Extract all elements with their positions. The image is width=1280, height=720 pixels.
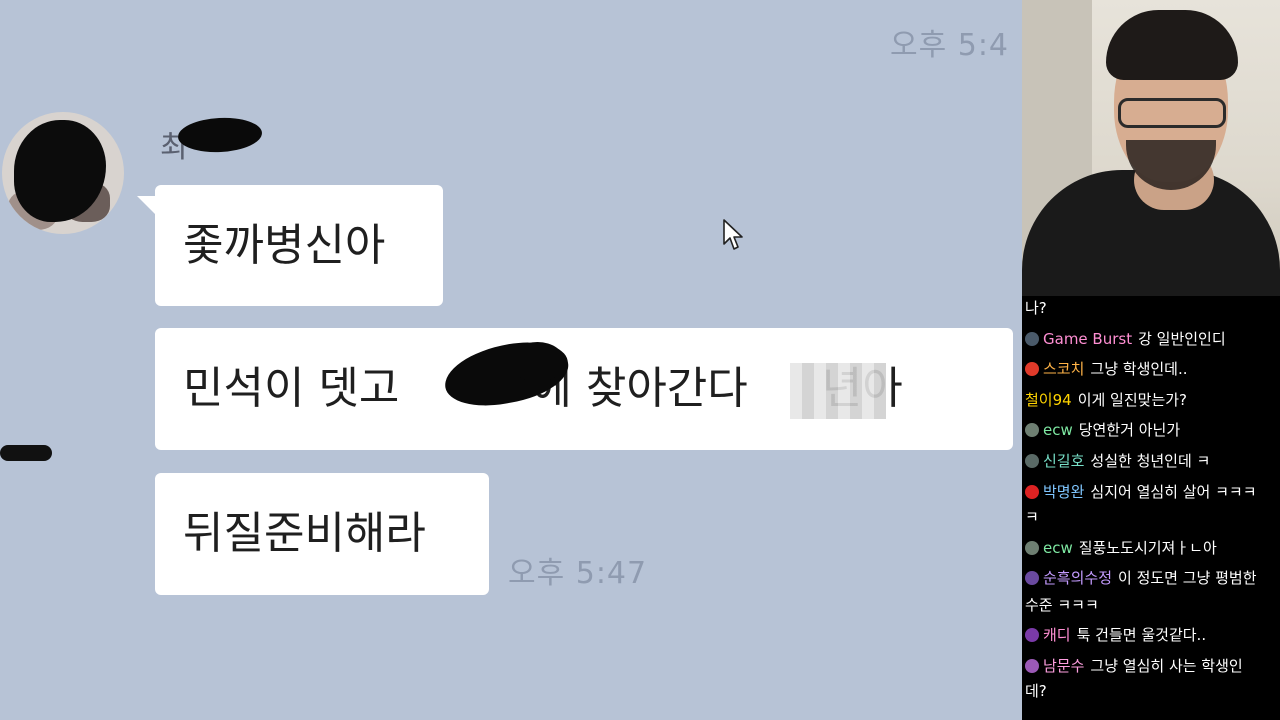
live-chat-panel: 나? Game Burst 강 일반인인디스코치 그냥 학생인데.. 철이94 이게 일진… <box>1022 296 1280 720</box>
chat-text-wrap: 수준 ㅋㅋㅋ <box>1025 596 1099 614</box>
chat-screenshot: 오후 5:4 최 좇까병신아 민석이 뎃고 에 찾아간다 년아 뒤질준비해라 오… <box>0 0 1022 720</box>
chat-text: 툭 건들면 울것같다.. <box>1076 626 1207 644</box>
user-icon <box>1025 332 1039 346</box>
chat-message: ecw 질풍노도시기져ㅏㄴ아 <box>1025 536 1217 560</box>
avatar <box>2 112 124 234</box>
user-icon <box>1025 659 1039 673</box>
chat-message: 박명완 심지어 열심히 살어 ㅋㅋㅋ <box>1025 480 1257 504</box>
chat-username[interactable]: 순흑의수정 <box>1043 569 1112 587</box>
chat-username[interactable]: Game Burst <box>1043 330 1132 348</box>
chat-message: 스코치 그냥 학생인데.. <box>1025 357 1188 381</box>
chat-username[interactable]: ecw <box>1043 421 1073 439</box>
chat-username[interactable]: 스코치 <box>1043 360 1084 378</box>
user-icon <box>1025 454 1039 468</box>
redaction-bar <box>0 445 52 461</box>
chat-text: 당연한거 아닌가 <box>1078 421 1181 439</box>
chat-username[interactable]: 신길호 <box>1043 452 1084 470</box>
chat-message: 철이94 이게 일진맞는가? <box>1025 388 1187 412</box>
pixel-blur <box>790 363 886 419</box>
user-icon <box>1025 423 1039 437</box>
chat-text: 강 일반인인디 <box>1138 330 1226 348</box>
message-bubble-1: 좇까병신아 <box>155 185 443 306</box>
chat-text: 그냥 열심히 사는 학생인 <box>1090 657 1243 675</box>
chat-message: 캐디 툭 건들면 울것같다.. <box>1025 623 1206 647</box>
chat-text: 질풍노도시기져ㅏㄴ아 <box>1078 539 1217 557</box>
webcam-feed <box>1022 0 1280 296</box>
chat-username[interactable]: 철이94 <box>1025 391 1072 409</box>
user-icon <box>1025 571 1039 585</box>
badge-icon <box>1025 485 1039 499</box>
message-text-1: 좇까병신아 <box>183 219 386 271</box>
chat-text: 이 정도면 그냥 평범한 <box>1118 569 1257 587</box>
chat-text: 그냥 학생인데.. <box>1090 360 1188 378</box>
chat-message: 나? <box>1025 296 1047 320</box>
timestamp-bottom: 오후 5:47 <box>508 556 648 591</box>
chat-username[interactable]: 박명완 <box>1043 483 1084 501</box>
message-bubble-3: 뒤질준비해라 <box>155 473 489 595</box>
chat-username[interactable]: 캐디 <box>1043 626 1071 644</box>
badge-icon <box>1025 362 1039 376</box>
chat-text: 성실한 청년인데 ㅋ <box>1090 452 1211 470</box>
chat-message: 순흑의수정 이 정도면 그냥 평범한 <box>1025 566 1257 590</box>
user-icon <box>1025 628 1039 642</box>
chat-message: 신길호 성실한 청년인데 ㅋ <box>1025 449 1210 473</box>
chat-username[interactable]: 남문수 <box>1043 657 1084 675</box>
chat-text: 이게 일진맞는가? <box>1077 391 1188 409</box>
chat-username[interactable]: ecw <box>1043 539 1073 557</box>
chat-text-wrap: 데? <box>1025 682 1047 700</box>
redaction-scribble <box>177 115 263 155</box>
mouse-cursor-icon <box>723 219 743 250</box>
chat-text-wrap: ㅋ <box>1025 508 1039 526</box>
redaction-scribble <box>510 342 565 382</box>
chat-text: 심지어 열심히 살어 ㅋㅋㅋ <box>1090 483 1257 501</box>
chat-text: 나? <box>1025 299 1047 317</box>
chat-message: Game Burst 강 일반인인디 <box>1025 327 1226 351</box>
timestamp-top: 오후 5:4 <box>890 28 1010 63</box>
user-icon <box>1025 541 1039 555</box>
chat-message: 남문수 그냥 열심히 사는 학생인 <box>1025 654 1243 678</box>
message-text-3: 뒤질준비해라 <box>183 508 426 559</box>
message-text-2: 민석이 뎃고 <box>183 363 414 414</box>
chat-message: ecw 당연한거 아닌가 <box>1025 418 1180 442</box>
